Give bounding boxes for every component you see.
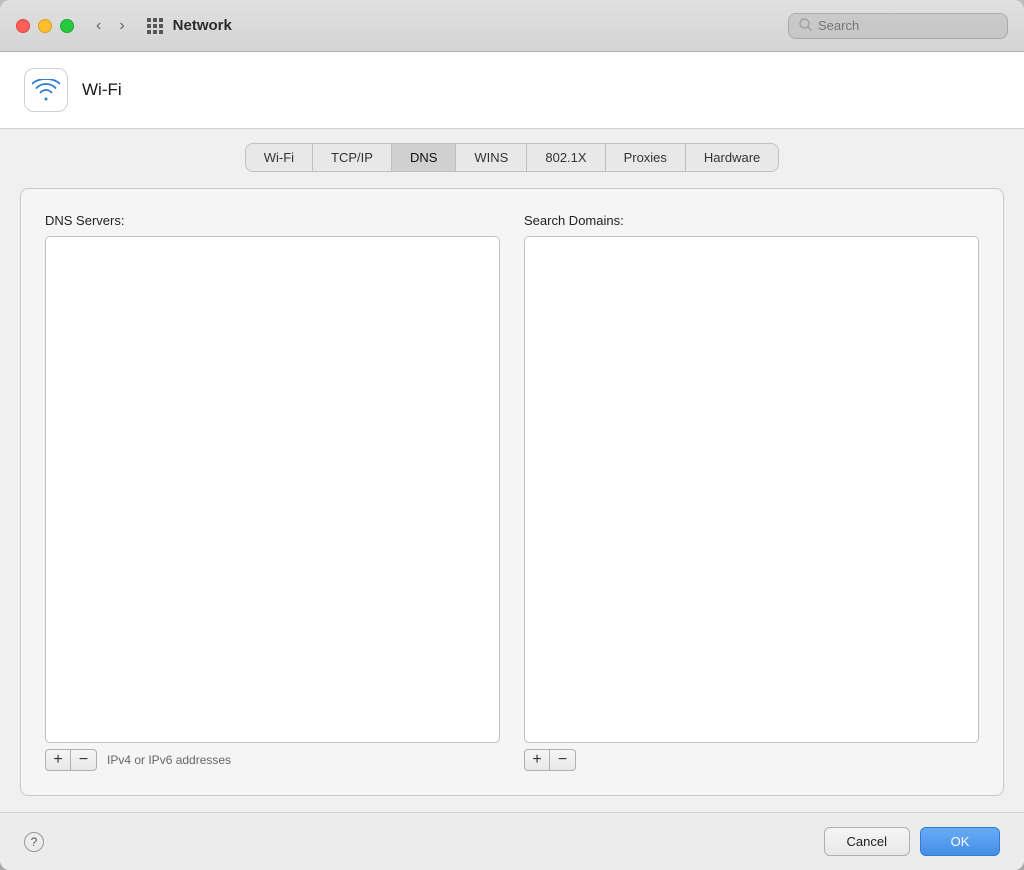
dns-servers-label: DNS Servers: <box>45 213 500 228</box>
search-input[interactable] <box>818 18 997 33</box>
forward-button[interactable]: › <box>113 15 130 37</box>
tab-tcpip[interactable]: TCP/IP <box>313 144 392 171</box>
minimize-button[interactable] <box>38 19 52 33</box>
search-domains-label: Search Domains: <box>524 213 979 228</box>
ok-button[interactable]: OK <box>920 827 1000 856</box>
nav-buttons: ‹ › <box>90 15 131 37</box>
tab-wins[interactable]: WINS <box>456 144 527 171</box>
wifi-icon-container <box>24 68 68 112</box>
close-button[interactable] <box>16 19 30 33</box>
search-domains-list[interactable] <box>524 236 979 743</box>
tab-hardware[interactable]: Hardware <box>686 144 778 171</box>
bottom-bar: ? Cancel OK <box>0 812 1024 870</box>
tabs-container: Wi-Fi TCP/IP DNS WINS 802.1X Proxies Har… <box>0 129 1024 172</box>
dns-add-button[interactable]: + <box>45 749 71 771</box>
domains-remove-button[interactable]: − <box>550 749 576 771</box>
action-buttons: Cancel OK <box>824 827 1000 856</box>
tab-proxies[interactable]: Proxies <box>606 144 686 171</box>
domains-add-button[interactable]: + <box>524 749 550 771</box>
window: ‹ › Network <box>0 0 1024 870</box>
maximize-button[interactable] <box>60 19 74 33</box>
cancel-button[interactable]: Cancel <box>824 827 910 856</box>
main-panel: DNS Servers: + − IPv4 or IPv6 addresses … <box>20 188 1004 796</box>
dns-servers-controls: + − IPv4 or IPv6 addresses <box>45 749 500 771</box>
content: Wi-Fi Wi-Fi TCP/IP DNS WINS 802.1X Proxi… <box>0 52 1024 870</box>
dns-remove-button[interactable]: − <box>71 749 97 771</box>
dns-servers-list[interactable] <box>45 236 500 743</box>
help-button[interactable]: ? <box>24 832 44 852</box>
search-bar[interactable] <box>788 13 1008 39</box>
tabs: Wi-Fi TCP/IP DNS WINS 802.1X Proxies Har… <box>245 143 780 172</box>
traffic-lights <box>16 19 74 33</box>
tab-8021x[interactable]: 802.1X <box>527 144 605 171</box>
window-title: Network <box>173 17 788 34</box>
interface-name: Wi-Fi <box>82 80 122 100</box>
tab-wifi[interactable]: Wi-Fi <box>246 144 313 171</box>
interface-header: Wi-Fi <box>0 52 1024 129</box>
titlebar: ‹ › Network <box>0 0 1024 52</box>
back-button[interactable]: ‹ <box>90 15 107 37</box>
dns-servers-column: DNS Servers: + − IPv4 or IPv6 addresses <box>45 213 500 771</box>
tab-dns[interactable]: DNS <box>392 144 456 171</box>
search-icon <box>799 18 812 34</box>
search-domains-controls: + − <box>524 749 979 771</box>
columns: DNS Servers: + − IPv4 or IPv6 addresses … <box>45 213 979 771</box>
search-domains-column: Search Domains: + − <box>524 213 979 771</box>
grid-icon[interactable] <box>147 18 163 34</box>
dns-hint-text: IPv4 or IPv6 addresses <box>107 753 231 767</box>
wifi-icon <box>32 79 60 101</box>
